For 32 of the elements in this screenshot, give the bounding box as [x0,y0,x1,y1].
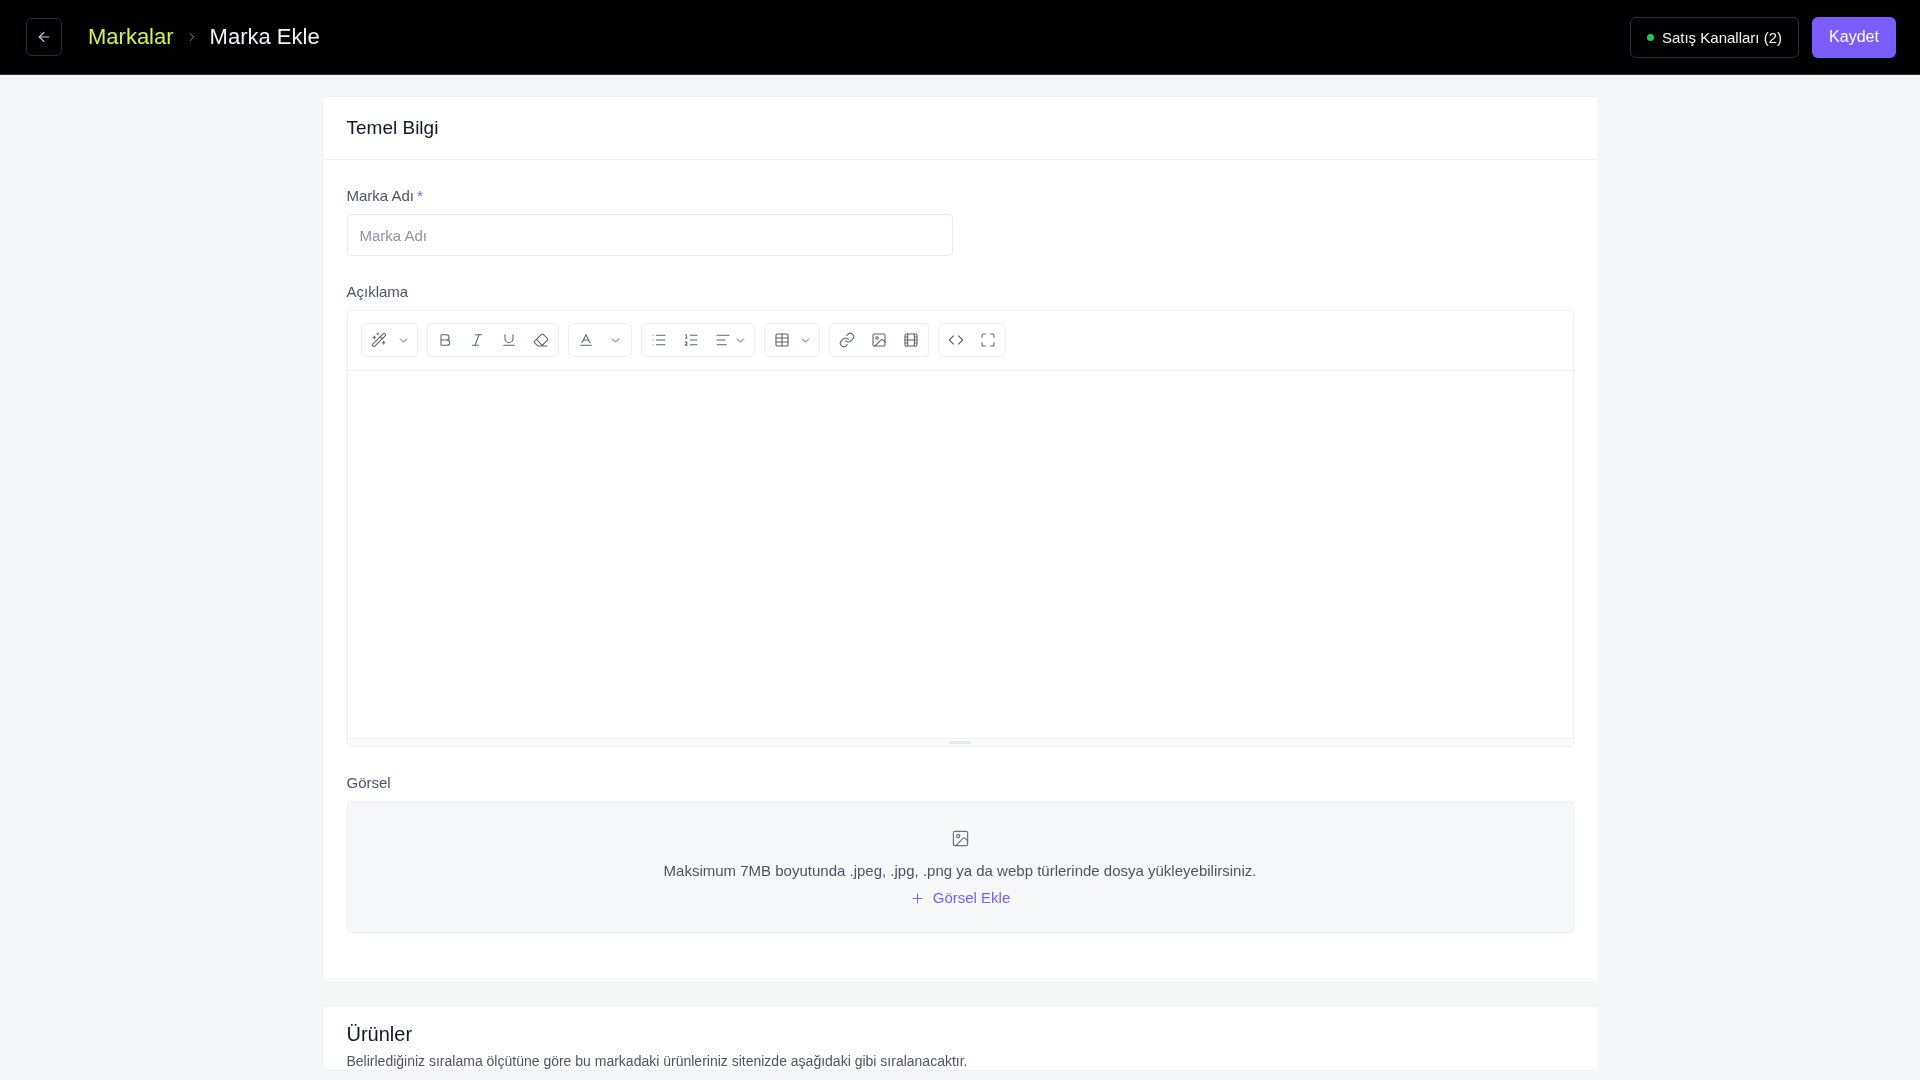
code-icon [947,332,964,348]
upload-dropzone[interactable]: Maksimum 7MB boyutunda .jpeg, .jpg, .png ya da webp türlerinde dosya yükleyebilirsiniz. Görsel Ekle [346,801,1574,933]
magic-wand-icon [370,332,387,348]
field-label: Marka Adı [346,186,415,206]
align-left-icon [714,332,731,348]
card-description: Belirlediğiniz sıralama ölçütüne göre bu markadaki ürünleriniz sitenizde aşağıdaki gibi sıralanacaktır. [346,1053,969,1070]
image-icon [950,829,970,848]
field-label: Açıklama [346,282,409,302]
back-button[interactable] [26,18,62,56]
link-icon [838,332,855,348]
field-label: Görsel [346,773,391,793]
upload-hint: Maksimum 7MB boyutunda .jpeg, .jpg, .png ya da webp türlerinde dosya yükleyebilirsiniz. [663,862,1257,880]
brand-name-input[interactable]: Marka Adı [346,214,953,256]
required-mark: * [417,186,423,206]
card-title: Ürünler [346,1022,414,1046]
underline-icon [500,332,517,348]
eraser-icon [532,332,549,348]
sales-channels-button[interactable]: Satış Kanalları (2) [1629,16,1799,58]
text-color-icon [577,332,594,348]
breadcrumb-link[interactable]: Markalar [88,23,174,51]
numbered-list-icon [682,332,699,348]
plus-icon [909,890,925,906]
add-image-button[interactable]: Görsel Ekle [909,889,1011,907]
table-icon [773,332,790,348]
fullscreen-icon [979,332,996,348]
film-icon [902,332,919,348]
bullet-list-icon [650,332,667,348]
page-title: Marka Ekle [209,23,320,51]
image-icon [870,332,887,348]
save-button[interactable]: Kaydet [1812,16,1896,58]
card-title: Temel Bilgi [346,117,439,139]
status-dot-icon [1646,33,1654,41]
